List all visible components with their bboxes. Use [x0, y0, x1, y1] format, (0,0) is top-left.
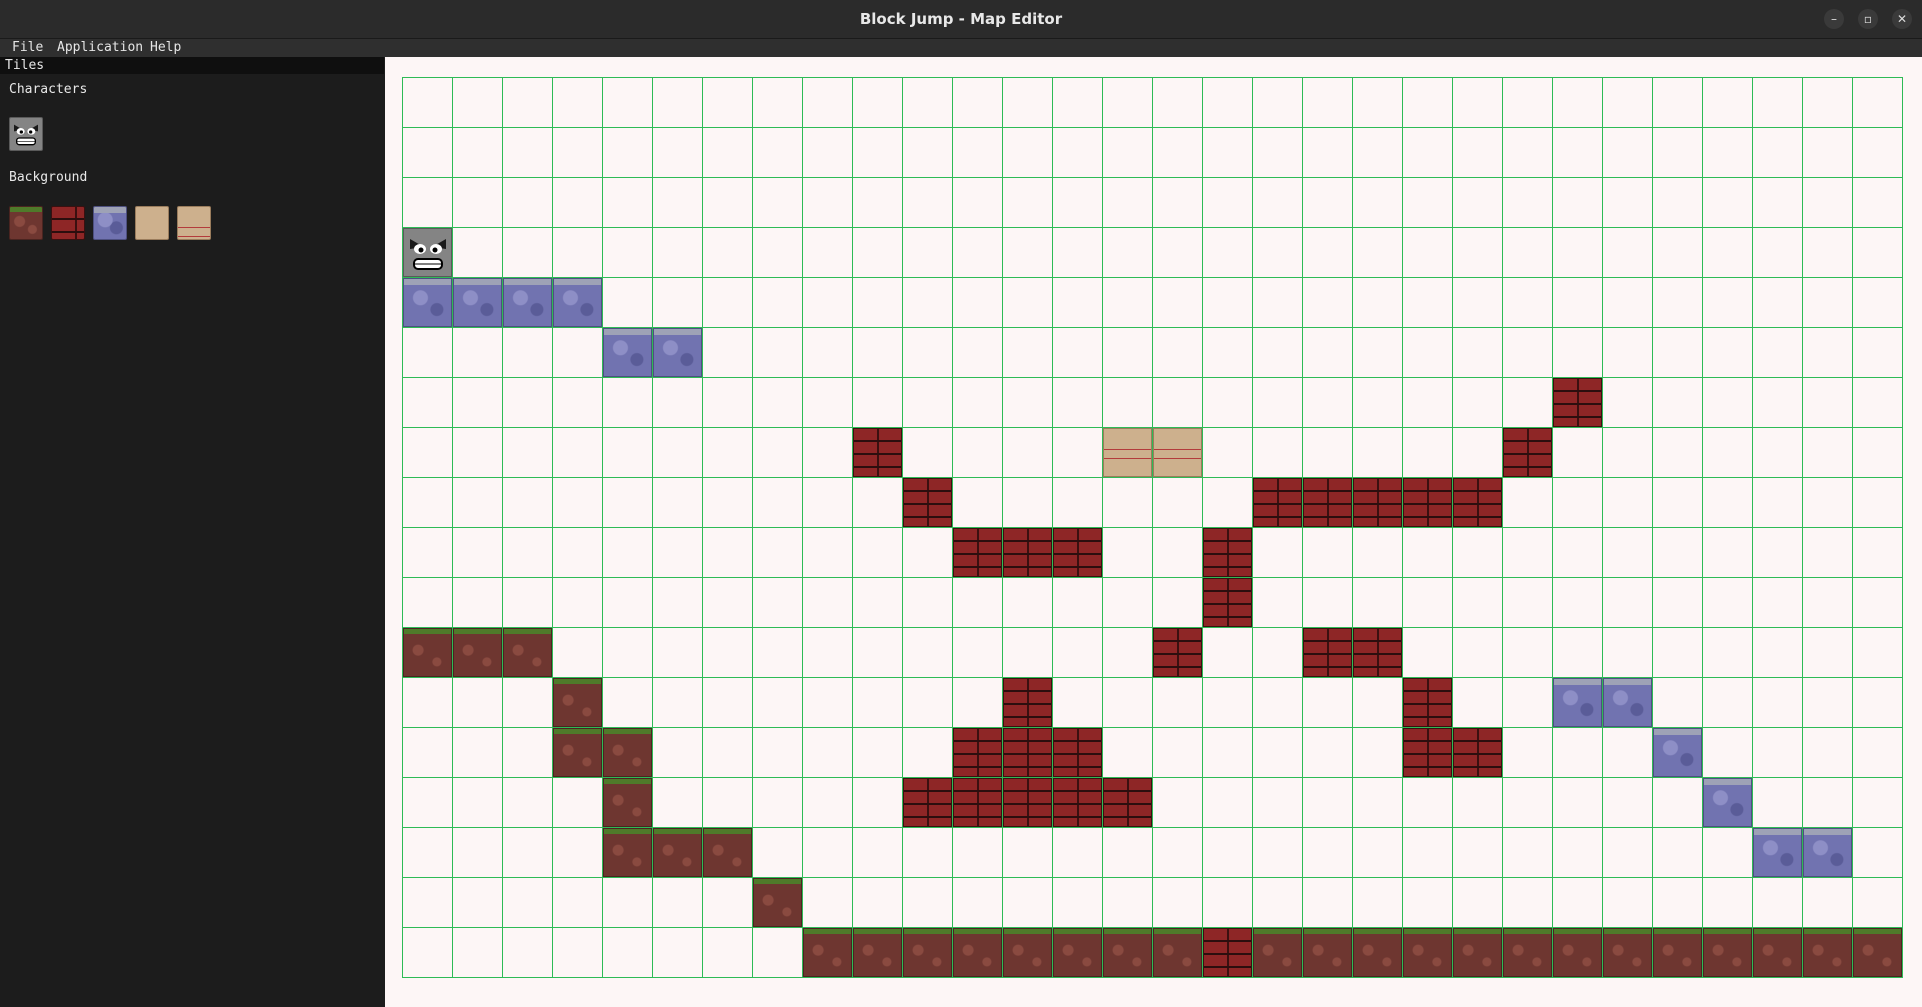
map-tile-dirt[interactable] — [853, 928, 902, 977]
map-tile-brick[interactable] — [1003, 678, 1052, 727]
map-tile-brick[interactable] — [953, 778, 1002, 827]
palette-character-tile[interactable] — [9, 117, 43, 151]
map-tile-dirt[interactable] — [803, 928, 852, 977]
map-tile-brick[interactable] — [953, 728, 1002, 777]
map-tile-dirt[interactable] — [503, 628, 552, 677]
map-tile-dirt[interactable] — [1303, 928, 1352, 977]
map-tile-dirt[interactable] — [603, 728, 652, 777]
map-tile-brick[interactable] — [1003, 778, 1052, 827]
map-tile-dirt[interactable] — [1453, 928, 1502, 977]
map-tile-brick[interactable] — [903, 778, 952, 827]
map-tile-brick[interactable] — [1303, 478, 1352, 527]
map-tile-dirt[interactable] — [603, 828, 652, 877]
map-tile-brick[interactable] — [1253, 478, 1302, 527]
map-tile-brick[interactable] — [1203, 578, 1252, 627]
map-tile-brick[interactable] — [1503, 428, 1552, 477]
map-tile-brick[interactable] — [1453, 728, 1502, 777]
map-tile-crate[interactable] — [1103, 428, 1152, 477]
title-bar: Block Jump - Map Editor – ▫ ✕ — [0, 0, 1922, 39]
map-tile-stone[interactable] — [1803, 828, 1852, 877]
map-tile-dirt[interactable] — [1503, 928, 1552, 977]
palette-brick-tile[interactable] — [51, 206, 85, 240]
palette-dirt-tile[interactable] — [9, 206, 43, 240]
map-tile-stone[interactable] — [653, 328, 702, 377]
map-tile-dirt[interactable] — [1753, 928, 1802, 977]
map-tile-dirt[interactable] — [553, 678, 602, 727]
map-tile-character[interactable] — [403, 228, 452, 277]
map-tile-brick[interactable] — [1203, 928, 1252, 977]
map-tile-dirt[interactable] — [753, 878, 802, 927]
palette-crate-wood-tile[interactable] — [135, 206, 169, 240]
panel-title: Tiles — [0, 57, 384, 74]
map-tile-dirt[interactable] — [403, 628, 452, 677]
map-tile-dirt[interactable] — [1853, 928, 1902, 977]
map-tile-stone[interactable] — [403, 278, 452, 327]
palette-crate-label-tile[interactable] — [177, 206, 211, 240]
map-tile-stone[interactable] — [1753, 828, 1802, 877]
map-tile-dirt[interactable] — [553, 728, 602, 777]
map-tile-stone[interactable] — [603, 328, 652, 377]
map-tile-brick[interactable] — [953, 528, 1002, 577]
background-label: Background — [9, 170, 88, 185]
map-tile-dirt[interactable] — [1053, 928, 1102, 977]
map-tile-stone[interactable] — [1553, 678, 1602, 727]
map-tile-brick[interactable] — [1153, 628, 1202, 677]
map-tile-stone[interactable] — [1703, 778, 1752, 827]
map-tile-brick[interactable] — [1303, 628, 1352, 677]
palette-stone-tile[interactable] — [93, 206, 127, 240]
map-tile-stone[interactable] — [503, 278, 552, 327]
map-tile-brick[interactable] — [853, 428, 902, 477]
map-tile-dirt[interactable] — [1103, 928, 1152, 977]
map-tile-stone[interactable] — [453, 278, 502, 327]
map-grid[interactable] — [402, 77, 1903, 978]
map-tile-brick[interactable] — [1403, 678, 1452, 727]
map-tile-dirt[interactable] — [1353, 928, 1402, 977]
menu-bar: File Application Help — [0, 39, 1922, 58]
map-tile-brick[interactable] — [1053, 528, 1102, 577]
map-tile-stone[interactable] — [553, 278, 602, 327]
map-tile-dirt[interactable] — [603, 778, 652, 827]
map-tile-stone[interactable] — [1653, 728, 1702, 777]
map-tile-dirt[interactable] — [1803, 928, 1852, 977]
map-tile-dirt[interactable] — [703, 828, 752, 877]
map-tile-brick[interactable] — [1403, 728, 1452, 777]
map-tile-dirt[interactable] — [1253, 928, 1302, 977]
map-tile-brick[interactable] — [1103, 778, 1152, 827]
enemy-face-icon — [14, 124, 38, 146]
map-tile-brick[interactable] — [1353, 478, 1402, 527]
map-tile-dirt[interactable] — [1003, 928, 1052, 977]
menu-help[interactable]: Help — [150, 39, 181, 57]
minimize-icon[interactable]: – — [1824, 9, 1844, 29]
characters-label: Characters — [9, 82, 88, 97]
map-tile-brick[interactable] — [1003, 528, 1052, 577]
enemy-face-icon — [410, 239, 446, 270]
map-tile-brick[interactable] — [1203, 528, 1252, 577]
map-tile-dirt[interactable] — [1653, 928, 1702, 977]
map-tile-dirt[interactable] — [1153, 928, 1202, 977]
map-tile-brick[interactable] — [1353, 628, 1402, 677]
map-tile-brick[interactable] — [1003, 728, 1052, 777]
close-icon[interactable]: ✕ — [1892, 9, 1912, 29]
menu-application[interactable]: Application — [57, 39, 143, 57]
map-tile-dirt[interactable] — [903, 928, 952, 977]
window-title: Block Jump - Map Editor — [859, 10, 1063, 28]
menu-file[interactable]: File — [12, 39, 43, 57]
map-tile-dirt[interactable] — [1553, 928, 1602, 977]
map-tile-brick[interactable] — [1053, 728, 1102, 777]
map-tile-brick[interactable] — [1453, 478, 1502, 527]
map-tile-brick[interactable] — [903, 478, 952, 527]
map-tile-dirt[interactable] — [653, 828, 702, 877]
map-tile-crate[interactable] — [1153, 428, 1202, 477]
map-tile-brick[interactable] — [1553, 378, 1602, 427]
maximize-icon[interactable]: ▫ — [1858, 9, 1878, 29]
map-tile-brick[interactable] — [1403, 478, 1452, 527]
map-tile-brick[interactable] — [1053, 778, 1102, 827]
map-tile-dirt[interactable] — [953, 928, 1002, 977]
map-tile-dirt[interactable] — [1403, 928, 1452, 977]
map-tile-dirt[interactable] — [453, 628, 502, 677]
map-tile-stone[interactable] — [1603, 678, 1652, 727]
map-tile-dirt[interactable] — [1703, 928, 1752, 977]
tiles-panel: Tiles Characters Background — [0, 57, 384, 1007]
map-tile-dirt[interactable] — [1603, 928, 1652, 977]
